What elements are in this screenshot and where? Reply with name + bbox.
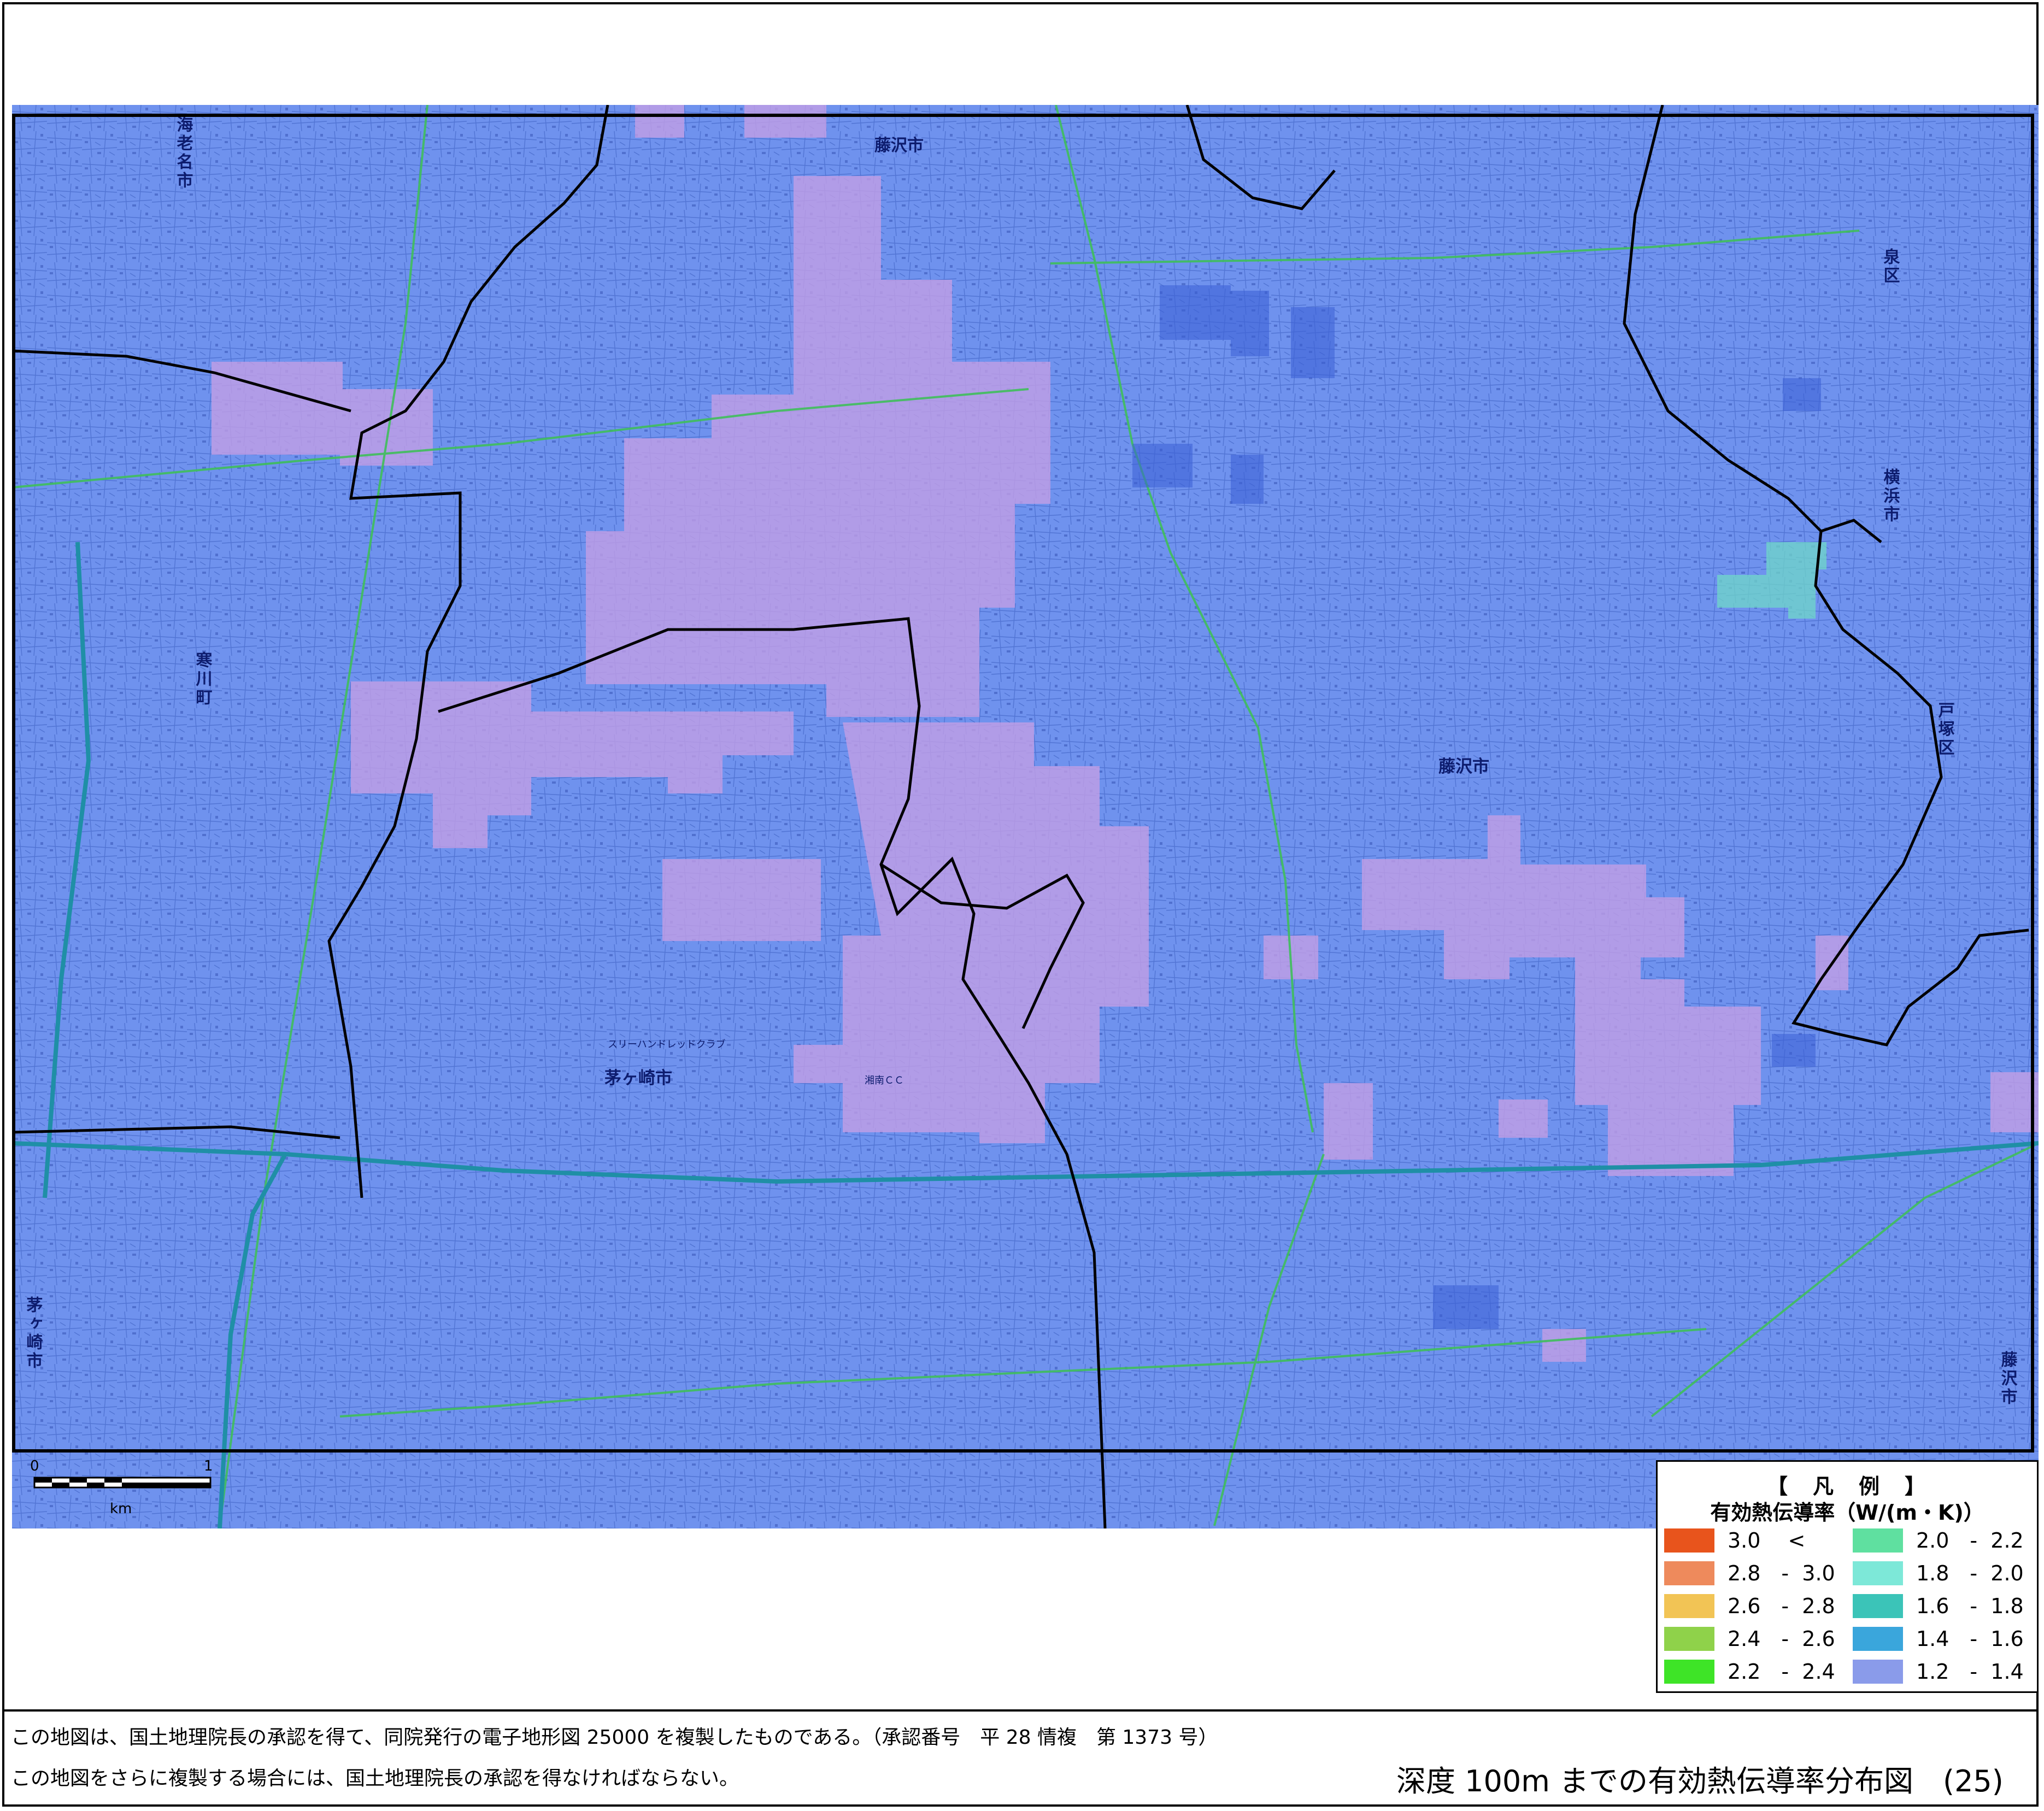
legend: 【 凡 例 】 有効熱伝導率（W/(m・K)） 3.0 < 2.8 - 3.0 2.… — [1656, 1460, 2039, 1693]
legend-item: 1.4 - 1.6 — [1853, 1625, 2033, 1653]
legend-swatch — [1853, 1627, 1903, 1651]
legend-swatch — [1853, 1594, 1903, 1618]
legend-swatch — [1664, 1528, 1714, 1553]
legend-unit-label: 有効熱伝導率（W/(m・K)） — [1710, 1501, 1984, 1525]
label-country-club: 湘南ＣＣ — [865, 1075, 904, 1086]
legend-label: 2.8 - 3.0 — [1728, 1561, 1835, 1585]
copyright-note-2: この地図をさらに複製する場合には、国土地理院長の承認を得なければならない。 — [11, 1767, 739, 1790]
legend-item: 2.8 - 3.0 — [1664, 1559, 1845, 1587]
legend-label: 1.4 - 1.6 — [1916, 1627, 2024, 1651]
legend-label: 1.2 - 1.4 — [1916, 1660, 2024, 1684]
legend-label: 1.6 - 1.8 — [1916, 1594, 2024, 1618]
label-chigasaki-left: 茅ヶ崎市 — [23, 1296, 43, 1371]
map-title: 深度 100m までの有効熱伝導率分布図 (25) — [1396, 1764, 2004, 1798]
legend-swatch — [1664, 1594, 1714, 1618]
legend-label: 1.8 - 2.0 — [1916, 1561, 2024, 1585]
legend-swatch — [1664, 1627, 1714, 1651]
legend-label: 2.2 - 2.4 — [1728, 1660, 1835, 1684]
legend-label: 2.0 - 2.2 — [1916, 1528, 2024, 1553]
copyright-note-1: この地図は、国土地理院長の承認を得て、同院発行の電子地形図 25000 を複製し… — [11, 1726, 1218, 1749]
legend-item: 2.6 - 2.8 — [1664, 1592, 1845, 1620]
map-area[interactable]: 海老名市 藤沢市 泉区 横浜市 寒川町 戸塚区 藤沢市 茅ヶ崎市 茅ヶ崎市 藤沢… — [12, 105, 2039, 1528]
map-layer[interactable] — [12, 105, 2039, 1528]
label-samukawa: 寒川町 — [192, 651, 212, 707]
label-fujisawa-top: 藤沢市 — [874, 136, 924, 155]
legend-swatch — [1853, 1660, 1903, 1684]
scale-one: 1 — [204, 1458, 213, 1474]
legend-swatch — [1664, 1561, 1714, 1585]
scale-ticks — [33, 1477, 212, 1489]
legend-label: 3.0 < — [1728, 1528, 1806, 1553]
legend-title: 【 凡 例 】 — [1766, 1474, 1928, 1498]
footer-divider — [2, 1709, 2039, 1712]
label-fujisawa-right: 藤沢市 — [1998, 1351, 2017, 1407]
legend-item: 1.6 - 1.8 — [1853, 1592, 2033, 1620]
label-ebina: 海老名市 — [173, 116, 193, 190]
legend-label: 2.4 - 2.6 — [1728, 1627, 1835, 1651]
legend-item: 1.2 - 1.4 — [1853, 1657, 2033, 1686]
legend-item: 1.8 - 2.0 — [1853, 1559, 2033, 1587]
legend-label: 2.6 - 2.8 — [1728, 1594, 1835, 1618]
legend-item: 2.0 - 2.2 — [1853, 1526, 2033, 1555]
legend-swatch — [1853, 1528, 1903, 1553]
legend-swatch — [1664, 1660, 1714, 1684]
label-chigasaki-center: 茅ヶ崎市 — [604, 1068, 672, 1088]
label-totsuka-ku: 戸塚区 — [1935, 702, 1954, 757]
label-yokohama: 横浜市 — [1880, 468, 1900, 524]
legend-item: 2.4 - 2.6 — [1664, 1625, 1845, 1653]
label-golf-club: スリーハンドレッドクラブ — [608, 1039, 726, 1050]
legend-item: 3.0 < — [1664, 1526, 1845, 1555]
scale-unit: km — [110, 1501, 132, 1517]
legend-swatch — [1853, 1561, 1903, 1585]
legend-item: 2.2 - 2.4 — [1664, 1657, 1845, 1686]
label-fujisawa-center: 藤沢市 — [1438, 757, 1489, 777]
scale-bar: 0 1 km — [30, 1454, 216, 1519]
scale-zero: 0 — [30, 1458, 39, 1474]
label-izumi-ku: 泉区 — [1880, 248, 1900, 285]
